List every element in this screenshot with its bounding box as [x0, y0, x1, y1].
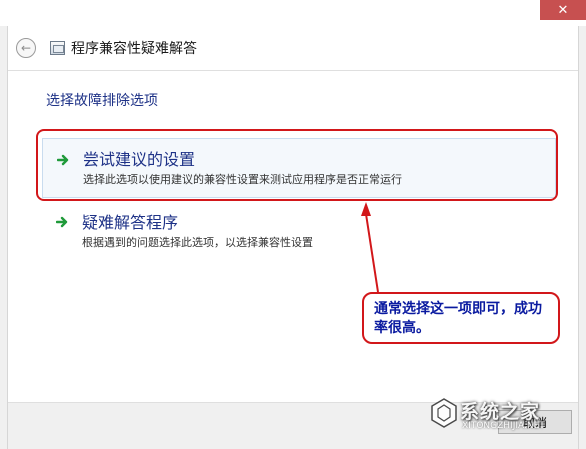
page-heading: 选择故障排除选项: [46, 93, 158, 109]
dialog-footer: [8, 402, 578, 449]
window-left-border: [0, 26, 8, 449]
back-arrow-icon: ←: [20, 41, 32, 55]
window-right-border: [578, 26, 586, 449]
option-description: 根据遇到的问题选择此选项，以选择兼容性设置: [82, 236, 313, 249]
cancel-button[interactable]: 取消: [498, 410, 572, 434]
green-arrow-icon: [56, 215, 70, 229]
close-icon: ✕: [557, 2, 569, 18]
back-button[interactable]: ←: [16, 38, 36, 58]
title-row: ← 程序兼容性疑难解答: [8, 32, 578, 64]
compatibility-troubleshooter-icon: [50, 41, 65, 55]
window-top-bar: [0, 0, 586, 26]
annotation-highlight-box: [36, 129, 558, 201]
close-button[interactable]: ✕: [540, 0, 586, 20]
annotation-callout: 通常选择这一项即可，成功率很高。: [362, 292, 560, 344]
title-separator: [8, 70, 578, 71]
window-title: 程序兼容性疑难解答: [71, 41, 197, 57]
dialog-window: ✕ ← 程序兼容性疑难解答 选择故障排除选项 尝试建议的设置 选择此选项以使用建…: [0, 0, 586, 449]
option-title: 疑难解答程序: [82, 213, 179, 232]
option-troubleshoot-program[interactable]: 疑难解答程序 根据遇到的问题选择此选项，以选择兼容性设置: [42, 213, 556, 255]
